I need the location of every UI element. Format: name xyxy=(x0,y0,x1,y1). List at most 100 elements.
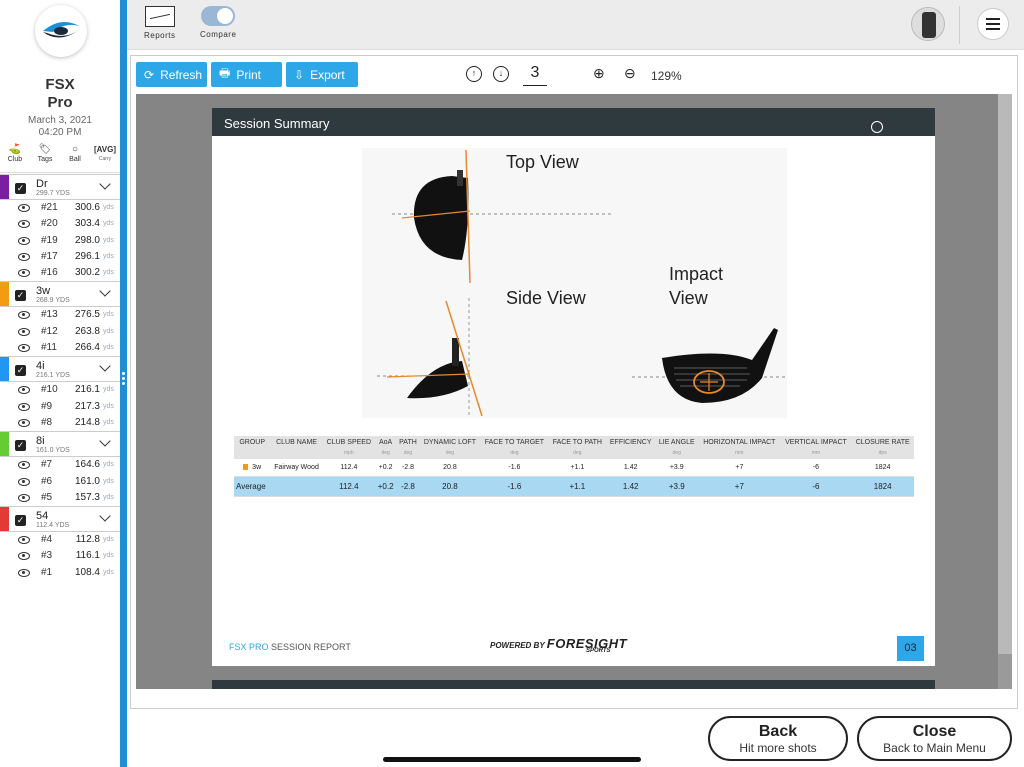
club-checkbox[interactable]: ✓ xyxy=(15,440,26,452)
eye-icon[interactable] xyxy=(18,327,30,336)
eye-icon[interactable] xyxy=(18,386,30,395)
club-group-header[interactable]: ✓ 4i 216.1 YDS xyxy=(0,356,120,383)
eye-icon[interactable] xyxy=(18,568,30,577)
compare-toggle-switch[interactable] xyxy=(201,6,236,26)
club-checkbox[interactable]: ✓ xyxy=(15,183,26,194)
filter-club-button[interactable]: ⛳ Club xyxy=(1,143,29,172)
print-button[interactable]: 🖶 Print xyxy=(211,62,282,87)
menu-icon-line xyxy=(986,23,1000,25)
filter-ball-button[interactable]: ○ Ball xyxy=(61,143,89,172)
club-group-header[interactable]: ✓ 8i 161.0 YDS xyxy=(0,431,120,458)
eye-icon[interactable] xyxy=(18,477,30,486)
shot-unit: yds xyxy=(103,327,114,335)
shot-row[interactable]: #1 108.4 yds xyxy=(0,565,120,581)
shot-row[interactable]: #16 300.2 yds xyxy=(0,265,120,281)
menu-icon-line xyxy=(986,18,1000,20)
chevron-down-icon[interactable] xyxy=(99,360,111,373)
shot-row[interactable]: #10 216.1 yds xyxy=(0,382,120,398)
pdf-viewer[interactable]: Session Summary Top View Side View Impac… xyxy=(136,94,1012,689)
column-label: DYNAMIC LOFT xyxy=(423,439,476,446)
shot-row[interactable]: #11 266.4 yds xyxy=(0,340,120,356)
club-group-header[interactable]: ✓ 3w 268.9 YDS xyxy=(0,281,120,308)
eye-icon[interactable] xyxy=(18,252,30,261)
eye-icon[interactable] xyxy=(18,204,30,212)
club-checkbox[interactable]: ✓ xyxy=(15,365,26,377)
refresh-button[interactable]: ⟳ Refresh xyxy=(136,62,207,87)
shot-unit: yds xyxy=(103,311,114,319)
prev-page-button[interactable]: ↑ xyxy=(466,66,482,82)
shot-number: #8 xyxy=(41,416,53,428)
eye-icon[interactable] xyxy=(18,236,30,245)
filter-club-label: Club xyxy=(7,156,23,163)
next-page-button[interactable]: ↓ xyxy=(493,66,509,82)
eye-icon[interactable] xyxy=(18,461,30,470)
club-checkbox[interactable]: ✓ xyxy=(15,515,26,527)
chevron-down-icon[interactable] xyxy=(99,435,111,447)
shot-row[interactable]: #20 303.4 yds xyxy=(0,216,120,232)
shot-row[interactable]: #17 296.1 yds xyxy=(0,249,120,265)
export-button[interactable]: ⇩ Export xyxy=(286,62,358,87)
sidebar-resize-handle[interactable] xyxy=(120,0,127,767)
shot-row[interactable]: #21 300.6 yds xyxy=(0,200,120,216)
column-unit: deg xyxy=(672,450,681,456)
shot-row[interactable]: #13 276.5 yds xyxy=(0,307,120,323)
filter-tags-button[interactable]: 🏷 Tags xyxy=(31,143,59,172)
export-label: Export xyxy=(310,67,345,82)
shot-row[interactable]: #12 263.8 yds xyxy=(0,324,120,340)
session-datetime: March 3, 2021 04:20 PM xyxy=(0,115,120,139)
shot-row[interactable]: #6 161.0 yds xyxy=(0,474,120,490)
club-name: 3w xyxy=(36,285,51,298)
zoom-out-icon[interactable]: ⊖ xyxy=(624,65,636,82)
club-group-header[interactable]: ✓ Dr 299.7 YDS xyxy=(0,174,120,200)
device-avatar[interactable] xyxy=(911,7,945,41)
compare-toggle[interactable]: Compare xyxy=(200,6,236,39)
chevron-down-icon[interactable] xyxy=(99,178,111,190)
chevron-down-icon[interactable] xyxy=(99,285,111,298)
powered-by-logo: POWERED BY FORESIGHT SPORTS xyxy=(490,636,627,654)
home-indicator[interactable] xyxy=(383,757,641,762)
eye-icon[interactable] xyxy=(18,311,30,320)
hamburger-menu-button[interactable] xyxy=(977,8,1009,40)
zoom-in-icon[interactable]: ⊕ xyxy=(593,65,605,82)
eye-icon[interactable] xyxy=(18,402,30,411)
filter-avg-button[interactable]: [AVG] Carry xyxy=(91,143,119,172)
eye-icon[interactable] xyxy=(18,536,30,545)
shot-row[interactable]: #19 298.0 yds xyxy=(0,233,120,249)
club-group-header[interactable]: ✓ 54 112.4 YDS xyxy=(0,506,120,533)
shot-row[interactable]: #3 116.1 yds xyxy=(0,548,120,564)
close-button[interactable]: Close Back to Main Menu xyxy=(857,716,1012,761)
app-title: FSX Pro xyxy=(0,76,120,112)
shot-row[interactable]: #5 157.3 yds xyxy=(0,490,120,506)
shot-number: #16 xyxy=(41,267,58,279)
shot-unit: yds xyxy=(103,461,114,469)
column-header: FACE TO PATH deg xyxy=(548,436,607,459)
shot-row[interactable]: #4 112.8 yds xyxy=(0,532,120,548)
shot-row[interactable]: #9 217.3 yds xyxy=(0,399,120,415)
chevron-down-icon[interactable] xyxy=(99,510,111,522)
shot-row[interactable]: #8 214.8 yds xyxy=(0,415,120,431)
viewer-scrollbar[interactable] xyxy=(998,94,1012,689)
club-list: ✓ Dr 299.7 YDS #21 300.6 yds #20 303.4 yds #19 298… xyxy=(0,174,120,581)
page-number-input[interactable]: 3 xyxy=(523,64,547,86)
powered-by-text: POWERED BY xyxy=(490,641,545,650)
session-summary-table: GROUP CLUB NAME CLUB SPEED mph AoA deg PATH deg… xyxy=(234,436,914,497)
back-button[interactable]: Back Hit more shots xyxy=(708,716,848,761)
table-cell: -2.8 xyxy=(396,476,420,497)
shot-row[interactable]: #7 164.6 yds xyxy=(0,457,120,473)
top-view-label: Top View xyxy=(506,152,579,172)
table-cell: 20.8 xyxy=(419,476,481,497)
eye-icon[interactable] xyxy=(18,418,30,427)
scrollbar-thumb[interactable] xyxy=(998,94,1012,654)
reports-button[interactable]: Reports xyxy=(144,6,176,40)
eye-icon[interactable] xyxy=(18,269,30,278)
fsx-logo xyxy=(35,5,87,57)
club-color-bar xyxy=(0,432,9,457)
table-cell xyxy=(270,476,323,497)
club-checkbox[interactable]: ✓ xyxy=(15,290,26,302)
eye-icon[interactable] xyxy=(18,552,30,561)
column-unit: deg xyxy=(403,450,413,456)
eye-icon[interactable] xyxy=(18,493,30,502)
eye-icon[interactable] xyxy=(18,220,30,229)
eye-icon[interactable] xyxy=(18,344,30,353)
table-cell: 1824 xyxy=(851,476,914,497)
